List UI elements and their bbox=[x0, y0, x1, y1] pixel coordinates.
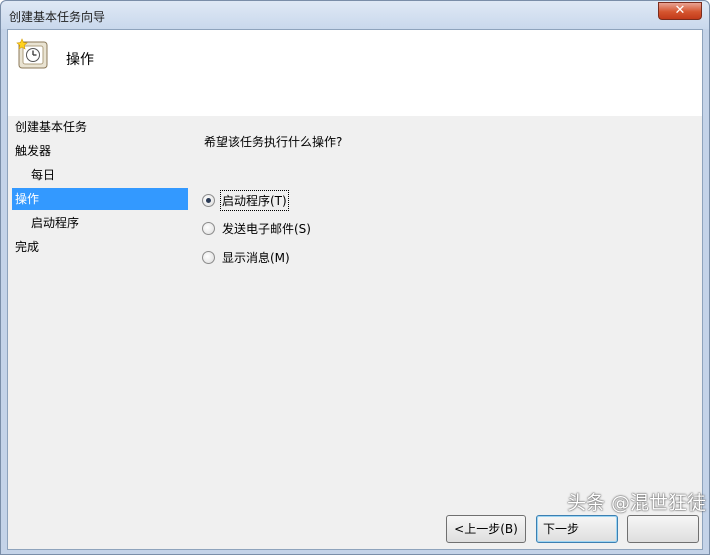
step-trigger: 触发器 bbox=[15, 144, 52, 158]
option-send-email-label[interactable]: 发送电子邮件(S) bbox=[221, 219, 312, 238]
title-bar[interactable]: 创建基本任务向导 ✕ bbox=[1, 1, 709, 29]
step-start-program: 启动程序 bbox=[31, 216, 80, 230]
step-create-task: 创建基本任务 bbox=[15, 120, 88, 134]
option-start-program-label[interactable]: 启动程序(T) bbox=[220, 189, 289, 211]
client-area: 操作 创建基本任务 触发器 每日 操作 启动程序 完成 希望该任务执行什么操作?… bbox=[7, 29, 703, 550]
wizard-steps: 创建基本任务 触发器 每日 操作 启动程序 完成 bbox=[8, 116, 188, 516]
option-show-message[interactable]: 显示消息(M) bbox=[202, 247, 291, 267]
option-start-program[interactable]: 启动程序(T) bbox=[202, 189, 289, 211]
step-action: 操作 bbox=[12, 188, 188, 210]
wizard-header: 操作 bbox=[8, 30, 702, 116]
clock-task-icon bbox=[16, 38, 48, 69]
watermark: 头条 @混世狂徒 bbox=[567, 492, 707, 514]
back-button[interactable]: <上一步(B) bbox=[446, 515, 526, 543]
next-button[interactable]: 下一步 bbox=[536, 515, 618, 543]
step-finish: 完成 bbox=[15, 240, 40, 254]
radio-start-program[interactable] bbox=[202, 193, 215, 207]
action-question: 希望该任务执行什么操作? bbox=[204, 135, 343, 149]
window-title: 创建基本任务向导 bbox=[9, 10, 106, 24]
step-daily: 每日 bbox=[31, 168, 56, 182]
cancel-button[interactable] bbox=[627, 515, 699, 543]
option-send-email[interactable]: 发送电子邮件(S) bbox=[202, 218, 312, 238]
radio-show-message[interactable] bbox=[202, 250, 215, 264]
wizard-window: 创建基本任务向导 ✕ 操作 创建基本任务 触发器 每日 操作 启动程序 完成 希… bbox=[0, 0, 710, 555]
close-button[interactable]: ✕ bbox=[658, 2, 702, 20]
option-show-message-label[interactable]: 显示消息(M) bbox=[221, 248, 291, 267]
page-title: 操作 bbox=[66, 52, 94, 68]
radio-send-email[interactable] bbox=[202, 221, 215, 235]
